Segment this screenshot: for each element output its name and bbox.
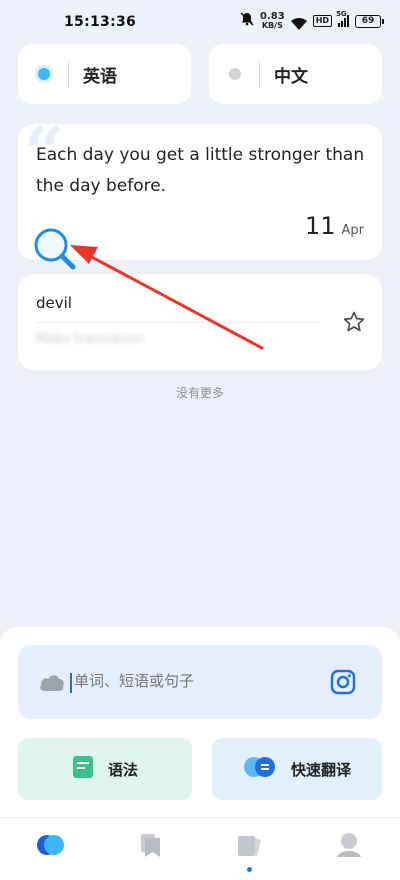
- translation-input[interactable]: [74, 672, 314, 690]
- word-text: devil: [36, 294, 72, 312]
- cloud-icon: [38, 671, 66, 693]
- quote-month: Apr: [341, 223, 365, 238]
- divider: [68, 60, 69, 88]
- status-icons: 0.83 KB/S HD 5G 69: [240, 10, 385, 30]
- active-tab-indicator: [247, 867, 252, 872]
- signal-tag: 5G: [336, 10, 347, 18]
- hd-badge: HD: [312, 15, 333, 27]
- source-language-selector[interactable]: 英语: [18, 44, 191, 104]
- translation-input-bar[interactable]: [18, 645, 382, 719]
- book-icon: [72, 755, 94, 783]
- status-time: 15:13:36: [64, 14, 137, 30]
- quick-translate-label: 快速翻译: [290, 760, 351, 779]
- target-language-selector[interactable]: 中文: [209, 44, 382, 104]
- camera-icon[interactable]: [330, 669, 356, 695]
- cards-icon[interactable]: [234, 830, 264, 860]
- source-language-indicator: [38, 68, 50, 80]
- translation-placeholder[interactable]: Make translation: [36, 332, 144, 347]
- source-language-label: 英语: [83, 66, 117, 87]
- toggle-icon: [243, 756, 277, 782]
- network-speed: 0.83 KB/S: [260, 12, 285, 30]
- list-end-text: 没有更多: [175, 386, 224, 400]
- target-language-indicator: [229, 68, 241, 80]
- grammar-label: 语法: [107, 760, 138, 779]
- word-entry-card[interactable]: devil Make translation: [18, 274, 382, 370]
- status-bar: 15:13:36 0.83 KB/S HD 5G 69: [0, 0, 400, 40]
- daily-quote-card[interactable]: “ Each day you get a little stronger tha…: [18, 118, 382, 270]
- star-icon[interactable]: [342, 310, 366, 334]
- quick-translate-button[interactable]: 快速翻译: [212, 738, 382, 800]
- wifi-icon: [290, 15, 307, 30]
- divider: [36, 322, 320, 323]
- battery-icon: 69: [355, 14, 385, 28]
- bookmark-icon[interactable]: [136, 830, 166, 860]
- bottom-tab-bar: [0, 817, 400, 880]
- signal-icon: 5G: [336, 10, 350, 27]
- target-language-label: 中文: [274, 66, 308, 87]
- bottom-panel: 语法 快速翻译: [0, 627, 400, 880]
- quote-day: 11: [304, 212, 336, 240]
- grammar-button[interactable]: 语法: [18, 738, 192, 800]
- profile-icon[interactable]: [334, 830, 364, 860]
- text-cursor: [70, 673, 72, 693]
- mute-icon: [240, 12, 254, 30]
- search-icon[interactable]: [32, 226, 78, 272]
- divider: [259, 60, 260, 88]
- network-speed-unit: KB/S: [261, 21, 283, 30]
- home-icon[interactable]: [36, 830, 66, 860]
- daily-quote-text: Each day you get a little stronger than …: [36, 145, 365, 196]
- daily-quote-date: 11 Apr: [305, 212, 364, 240]
